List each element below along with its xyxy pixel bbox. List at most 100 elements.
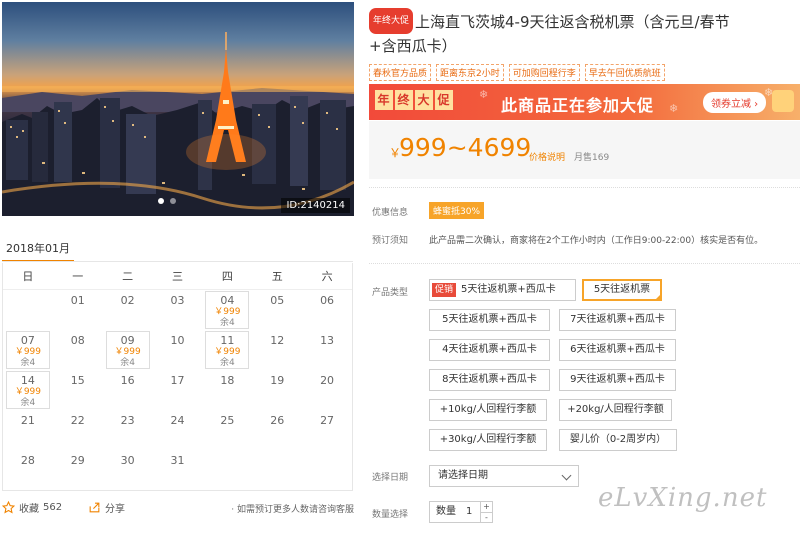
option-label: 5天往返机票+西瓜卡 — [461, 284, 556, 295]
calendar-day-available[interactable]: 09 ￥999 余4 — [105, 331, 150, 369]
calendar-weekday-header: 日一二三四五六 — [3, 263, 352, 289]
day-number: 03 — [170, 294, 185, 307]
calendar-day: 24 — [153, 410, 203, 450]
calendar-day: 17 — [153, 370, 203, 410]
day-number: 20 — [320, 374, 335, 387]
product-type-option[interactable]: +10kg/人回程行李额 — [429, 399, 547, 421]
decrement-button[interactable]: - — [481, 512, 492, 522]
product-type-option[interactable]: 5天往返机票 — [582, 279, 662, 301]
quantity-value[interactable]: 1 — [466, 502, 472, 522]
section-divider — [369, 263, 800, 264]
watermark: eLvXing.net — [598, 483, 768, 513]
product-type-option[interactable]: 5天往返机票+西瓜卡 — [429, 309, 550, 331]
product-type-option[interactable]: 4天往返机票+西瓜卡 — [429, 339, 550, 361]
product-title-block: 年终大促 上海直飞茨城4-9天往返含税机票（含元旦/春节 +含西瓜卡） — [369, 8, 797, 58]
product-type-option[interactable]: 9天往返机票+西瓜卡 — [559, 369, 676, 391]
star-icon — [2, 501, 15, 514]
selected-check-icon — [654, 293, 662, 301]
claim-coupon-button[interactable]: 领券立减 › — [703, 92, 767, 113]
quantity-stepper[interactable]: 数量 1 + - — [429, 501, 493, 523]
stepper-controls: + - — [480, 502, 492, 522]
day-number: 17 — [170, 374, 185, 387]
calendar-day-available[interactable]: 11 ￥999 余4 — [205, 331, 250, 369]
day-number: 18 — [220, 374, 235, 387]
increment-button[interactable]: + — [481, 502, 492, 512]
favorite-label: 收藏 — [19, 504, 39, 515]
product-tag: 春秋官方品质 — [369, 64, 432, 81]
notice-label: 预订须知 — [372, 236, 409, 246]
calendar-grid: 01 02 03 04 ￥999 余4 05 06 07 ￥999 余4 08 09 ￥999 余4 10 11… — [3, 289, 352, 490]
promo-banner[interactable]: ❄ ❄ ❄ 年终大促 此商品正在参加大促 领券立减 › — [369, 84, 800, 120]
carousel-dot[interactable] — [158, 198, 164, 204]
day-price: ￥999 — [214, 347, 241, 357]
year-end-sale-badge: 年终大促 — [369, 8, 414, 34]
promo-year-end-chars: 年终大促 — [375, 90, 455, 110]
weekday-label: 四 — [221, 270, 233, 283]
section-divider — [369, 187, 800, 188]
share-button[interactable]: 分享 — [88, 500, 125, 515]
discount-badge: 蜂蜜抵30% — [429, 202, 485, 219]
calendar-day: 13 — [302, 330, 352, 370]
product-type-option[interactable]: 8天往返机票+西瓜卡 — [429, 369, 550, 391]
day-number: 07 — [20, 334, 35, 347]
weekday-label: 二 — [122, 270, 134, 283]
day-number: 24 — [170, 414, 185, 427]
calendar-day: 31 — [153, 450, 203, 490]
calendar-day: 08 — [53, 330, 103, 370]
product-type-option[interactable]: 婴儿价（0-2周岁内） — [559, 429, 677, 451]
option-label: 婴儿价（0-2周岁内） — [569, 434, 667, 445]
option-label: +30kg/人回程行李额 — [439, 434, 537, 445]
option-label: 4天往返机票+西瓜卡 — [442, 344, 537, 355]
monthly-sales: 月售169 — [574, 153, 610, 163]
calendar-day: 10 — [153, 330, 203, 370]
product-type-option[interactable]: 促销 5天往返机票+西瓜卡 — [429, 279, 576, 301]
gift-icon — [772, 90, 794, 112]
calendar-day: 30 — [103, 450, 153, 490]
carousel-dot[interactable] — [170, 198, 176, 204]
favorite-button[interactable]: 收藏 562 — [2, 500, 62, 515]
price-explanation-link[interactable]: 价格说明 — [529, 150, 565, 163]
calendar-day: 18 — [202, 370, 252, 410]
discount-label: 优惠信息 — [372, 208, 409, 218]
day-price: ￥999 — [14, 347, 42, 357]
product-type-option[interactable]: 6天往返机票+西瓜卡 — [559, 339, 676, 361]
date-select-dropdown[interactable]: 请选择日期 — [429, 465, 579, 487]
day-remaining: 余4 — [20, 398, 36, 408]
calendar-empty-cell — [3, 290, 53, 330]
calendar-day: 16 — [103, 370, 153, 410]
snowflake-icon: ❄ — [669, 102, 679, 115]
product-type-option[interactable]: +30kg/人回程行李额 — [429, 429, 547, 451]
calendar-divider — [2, 261, 353, 262]
promo-char: 大 — [415, 90, 433, 110]
calendar-day-available[interactable]: 07 ￥999 余4 — [6, 331, 50, 369]
day-number: 15 — [70, 374, 85, 387]
option-label: 9天往返机票+西瓜卡 — [570, 374, 665, 385]
date-select-label: 选择日期 — [372, 473, 409, 483]
day-number: 22 — [70, 414, 85, 427]
calendar-month-tab[interactable]: 2018年01月 — [2, 232, 74, 262]
day-number: 10 — [170, 334, 185, 347]
calendar-day: 25 — [202, 410, 252, 450]
product-type-option[interactable]: 7天往返机票+西瓜卡 — [559, 309, 676, 331]
calendar-day-available[interactable]: 14 ￥999 余4 — [6, 371, 50, 409]
day-number: 06 — [320, 294, 335, 307]
calendar-day: 23 — [103, 410, 153, 450]
day-remaining: 余4 — [219, 358, 235, 368]
day-number: 05 — [270, 294, 285, 307]
calendar-day-available[interactable]: 04 ￥999 余4 — [205, 291, 250, 329]
calendar-day: 29 — [53, 450, 103, 490]
day-remaining: 余4 — [120, 358, 135, 368]
option-label: +10kg/人回程行李额 — [439, 404, 537, 415]
product-type-option[interactable]: +20kg/人回程行李额 — [559, 399, 672, 421]
day-number: 27 — [320, 414, 335, 427]
favorite-count: 562 — [43, 502, 63, 513]
weekday-label: 三 — [171, 270, 183, 283]
promo-char: 年 — [375, 90, 393, 110]
title-line-1: 上海直飞茨城4-9天往返含税机票（含元旦/春节 — [415, 13, 730, 31]
day-number: 08 — [70, 334, 85, 347]
product-photo[interactable]: ID:2140214 — [2, 2, 354, 216]
day-number: 21 — [20, 414, 35, 427]
day-number: 31 — [170, 454, 185, 467]
calendar-day: 22 — [53, 410, 103, 450]
day-number: 12 — [270, 334, 285, 347]
